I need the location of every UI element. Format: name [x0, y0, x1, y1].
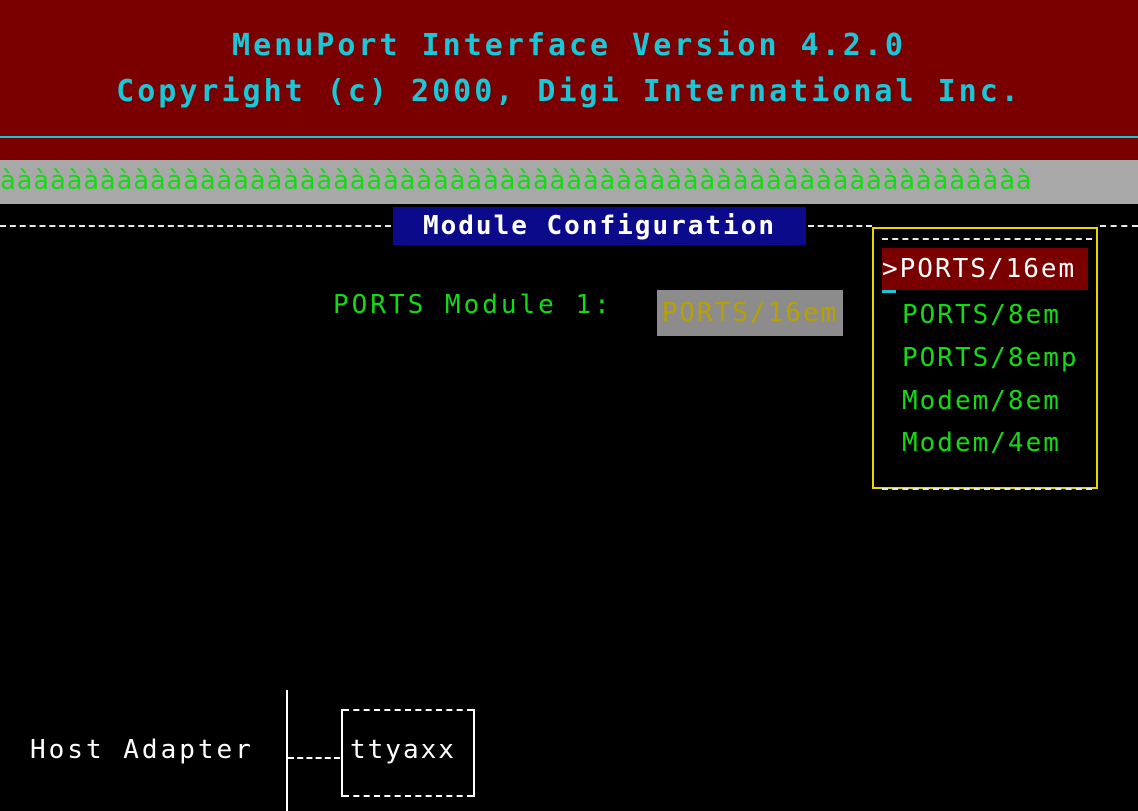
tree-branch-line — [288, 757, 340, 759]
ports-module-value-field[interactable]: PORTS/16em — [657, 290, 843, 336]
title-dash-left — [0, 225, 391, 227]
copyright-text: Copyright (c) 2000, Digi International I… — [116, 74, 1022, 109]
title-dash-far-right — [1100, 225, 1138, 227]
text-cursor — [882, 290, 896, 293]
header-banner: MenuPort Interface Version 4.2.0 Copyrig… — [0, 0, 1138, 160]
option-ports-8emp[interactable]: PORTS/8emp — [902, 343, 1079, 373]
status-band: àààààààààààààààààààààààààààààààààààààààà… — [0, 160, 1138, 204]
app-title: MenuPort Interface Version 4.2.0 — [232, 28, 906, 63]
module-config-title: Module Configuration — [393, 207, 806, 245]
option-modem-4em[interactable]: Modem/4em — [902, 428, 1061, 458]
tty-node-label: ttyaxx — [350, 735, 456, 765]
tty-box-top — [343, 709, 473, 711]
title-dash-right — [808, 225, 872, 227]
popup-top-border — [882, 238, 1092, 240]
option-ports-8em[interactable]: PORTS/8em — [902, 300, 1061, 330]
host-adapter-label: Host Adapter — [30, 735, 254, 765]
band-glyphs: àààààààààààààààààààààààààààààààààààààààà… — [0, 166, 1033, 196]
option-modem-8em[interactable]: Modem/8em — [902, 386, 1061, 416]
tree-trunk-line — [286, 690, 288, 811]
option-label: PORTS/16em — [899, 254, 1077, 284]
header-divider — [0, 136, 1138, 138]
selection-arrow-icon: > — [882, 254, 900, 284]
ports-module-label: PORTS Module 1: — [333, 290, 613, 320]
popup-bottom-border — [882, 488, 1092, 490]
option-ports-16em[interactable]: >PORTS/16em — [882, 248, 1088, 290]
terminal-screen: MenuPort Interface Version 4.2.0 Copyrig… — [0, 0, 1138, 811]
tty-box-bottom — [343, 795, 473, 797]
